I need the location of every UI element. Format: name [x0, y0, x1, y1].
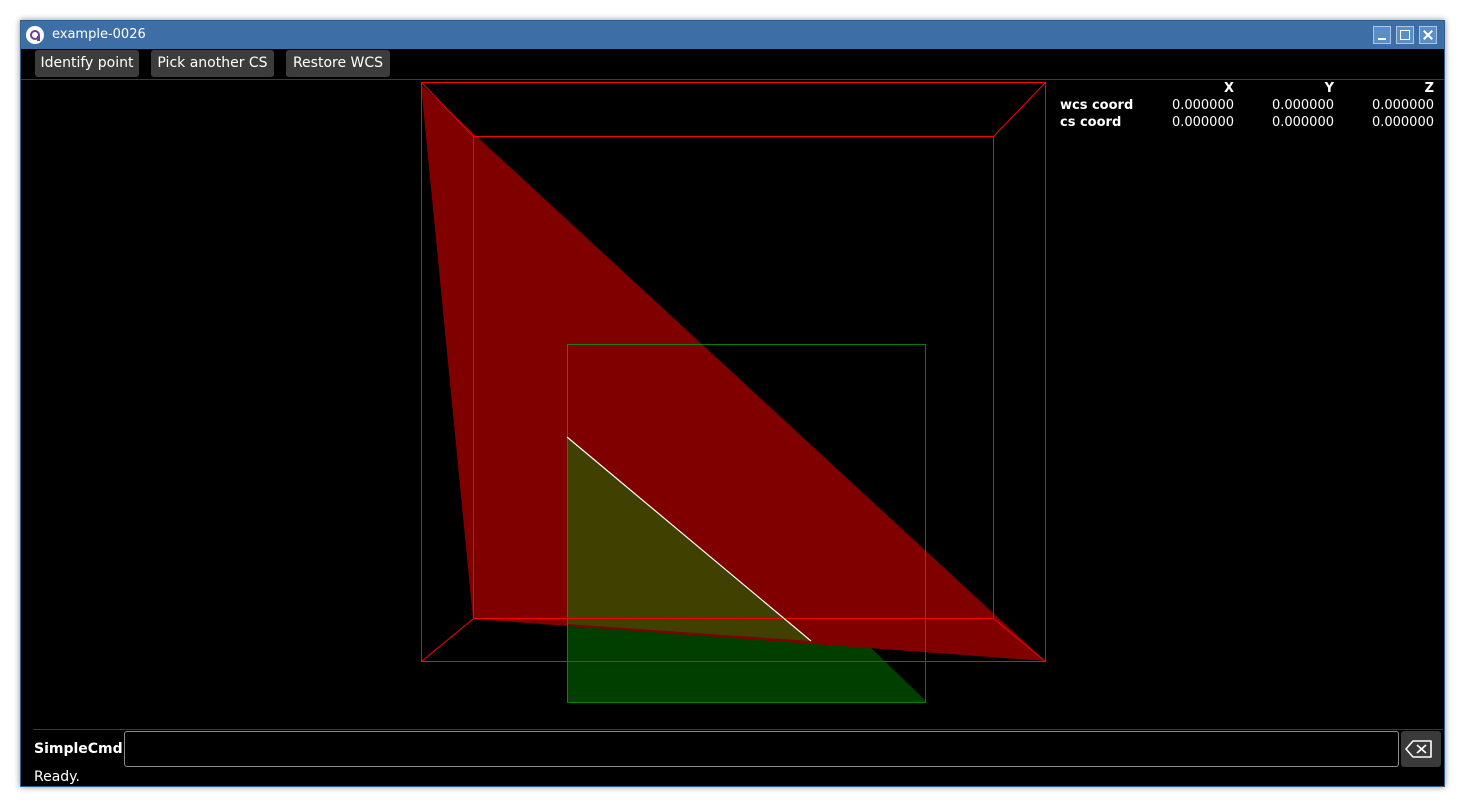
window-title: example-0026 — [52, 27, 146, 42]
app-window: example-0026 Identify point Pick another… — [20, 20, 1445, 787]
cs-z-value: 0.000000 — [1371, 115, 1434, 130]
maximize-icon[interactable] — [1396, 26, 1414, 44]
backspace-icon — [1405, 740, 1432, 758]
cs-y-value: 0.000000 — [1271, 115, 1334, 130]
minimize-icon[interactable] — [1373, 26, 1391, 44]
red-triangle-face — [421, 85, 1045, 661]
3d-viewport[interactable] — [21, 80, 1444, 729]
title-bar[interactable]: example-0026 — [21, 21, 1444, 49]
toolbar: Identify point Pick another CS Restore W… — [21, 49, 1444, 80]
wcs-x-value: 0.000000 — [1171, 98, 1234, 113]
clear-command-button[interactable] — [1401, 731, 1441, 767]
coordinate-table: X Y Z wcs coord 0.000000 0.000000 0.0000… — [1059, 80, 1434, 131]
pick-another-cs-button[interactable]: Pick another CS — [151, 50, 274, 77]
cs-x-value: 0.000000 — [1171, 115, 1234, 130]
command-label: SimpleCmd — [34, 741, 123, 757]
command-area: SimpleCmd Ready. — [33, 729, 1443, 788]
wcs-coord-row: wcs coord 0.000000 0.000000 0.000000 — [1059, 97, 1434, 114]
status-text: Ready. — [34, 769, 80, 785]
close-icon[interactable] — [1419, 26, 1437, 44]
cs-coord-row: cs coord 0.000000 0.000000 0.000000 — [1059, 114, 1434, 131]
wcs-coord-label: wcs coord — [1060, 98, 1134, 113]
red-box-edge-bl — [421, 618, 474, 662]
wcs-z-value: 0.000000 — [1371, 98, 1434, 113]
coord-header-row: X Y Z — [1059, 80, 1434, 97]
scene-canvas[interactable] — [21, 80, 1444, 729]
command-input[interactable] — [124, 731, 1399, 767]
cs-coord-label: cs coord — [1060, 115, 1122, 130]
identify-point-button[interactable]: Identify point — [35, 50, 139, 77]
red-box-edge-tr — [993, 82, 1046, 137]
restore-wcs-button[interactable]: Restore WCS — [286, 50, 390, 77]
header-x: X — [1223, 81, 1234, 96]
app-logo-icon — [26, 26, 44, 44]
wcs-y-value: 0.000000 — [1271, 98, 1334, 113]
header-y: Y — [1324, 81, 1334, 96]
header-z: Z — [1424, 81, 1434, 96]
